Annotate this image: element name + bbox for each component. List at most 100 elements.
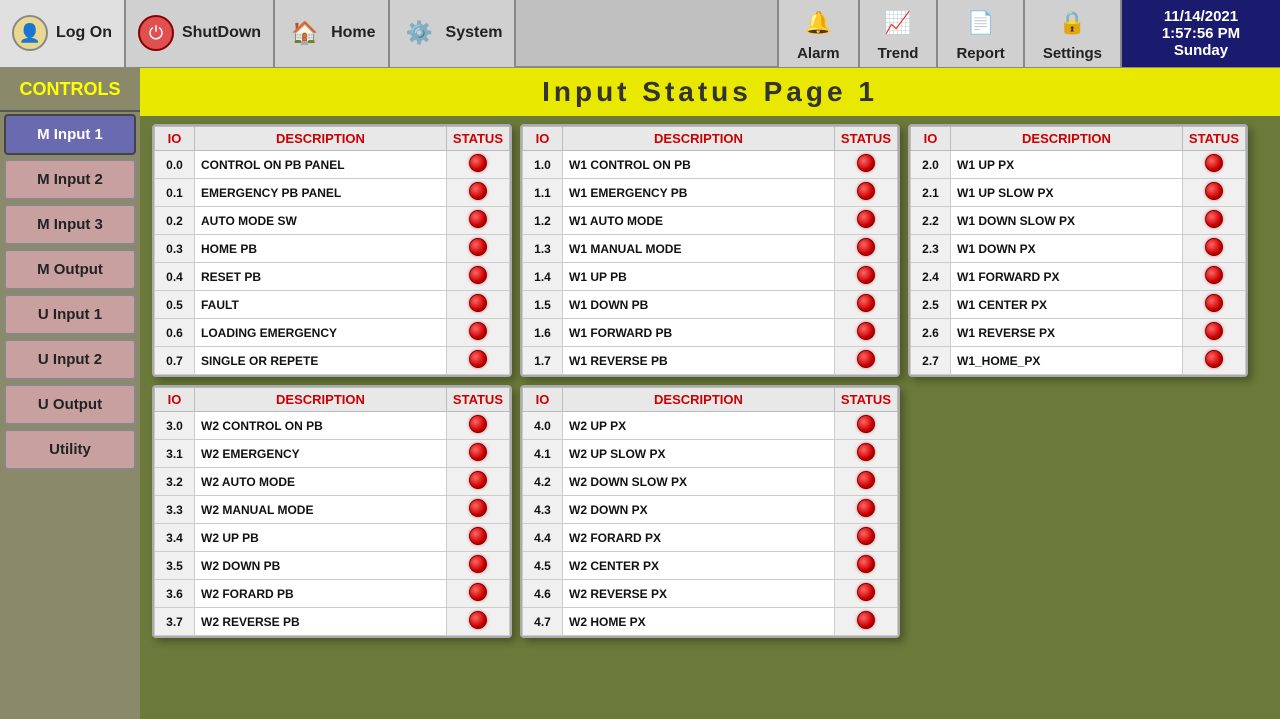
right-nav: 🔔 Alarm 📈 Trend 📄 Report 🔒 Settings 11/1… <box>777 0 1280 67</box>
status-cell <box>446 580 509 608</box>
sidebar-item-minput3[interactable]: M Input 3 <box>4 204 136 245</box>
table-row: 4.3W2 DOWN PX <box>523 496 898 524</box>
status-dot <box>857 210 875 228</box>
io-table-4: IO DESCRIPTION STATUS 3.0W2 CONTROL ON P… <box>152 385 512 638</box>
description: W2 REVERSE PX <box>563 580 835 608</box>
description: W2 UP PB <box>195 524 447 552</box>
alarm-label: Alarm <box>797 45 840 62</box>
status-dot <box>469 350 487 368</box>
status-dot <box>857 182 875 200</box>
description: W1 EMERGENCY PB <box>563 179 835 207</box>
status-cell <box>446 347 509 375</box>
shutdown-button[interactable]: ⏻ ShutDown <box>126 0 275 67</box>
io-number: 3.1 <box>155 440 195 468</box>
status-cell <box>1182 207 1245 235</box>
trend-icon: 📈 <box>880 5 916 41</box>
io-number: 3.3 <box>155 496 195 524</box>
table-row: 2.7W1_HOME_PX <box>911 347 1246 375</box>
io-number: 2.7 <box>911 347 951 375</box>
description: LOADING EMERGENCY <box>195 319 447 347</box>
io-number: 0.2 <box>155 207 195 235</box>
home-icon: 🏠 <box>287 15 323 51</box>
io-number: 1.2 <box>523 207 563 235</box>
io-number: 3.5 <box>155 552 195 580</box>
description: W1_HOME_PX <box>951 347 1183 375</box>
io-number: 2.4 <box>911 263 951 291</box>
table-row: 0.7SINGLE OR REPETE <box>155 347 510 375</box>
status-cell <box>1182 263 1245 291</box>
sidebar: CONTROLS M Input 1 M Input 2 M Input 3 M… <box>0 68 140 719</box>
status-cell <box>446 608 509 636</box>
status-cell <box>446 319 509 347</box>
table-row: 4.5W2 CENTER PX <box>523 552 898 580</box>
table-row: 1.1W1 EMERGENCY PB <box>523 179 898 207</box>
trend-button[interactable]: 📈 Trend <box>858 0 937 67</box>
alarm-button[interactable]: 🔔 Alarm <box>777 0 858 67</box>
sidebar-item-minput1[interactable]: M Input 1 <box>4 114 136 155</box>
table-row: 2.1W1 UP SLOW PX <box>911 179 1246 207</box>
table-row: 1.2W1 AUTO MODE <box>523 207 898 235</box>
io-number: 4.5 <box>523 552 563 580</box>
table3-col-desc: DESCRIPTION <box>951 127 1183 151</box>
description: W1 MANUAL MODE <box>563 235 835 263</box>
table2: IO DESCRIPTION STATUS 1.0W1 CONTROL ON P… <box>522 126 898 375</box>
io-table-5: IO DESCRIPTION STATUS 4.0W2 UP PX4.1W2 U… <box>520 385 900 638</box>
status-dot <box>857 322 875 340</box>
description: W1 DOWN SLOW PX <box>951 207 1183 235</box>
table-row: 2.3W1 DOWN PX <box>911 235 1246 263</box>
status-dot <box>469 527 487 545</box>
sidebar-item-minput2[interactable]: M Input 2 <box>4 159 136 200</box>
io-number: 1.0 <box>523 151 563 179</box>
table-row: 2.0W1 UP PX <box>911 151 1246 179</box>
sidebar-item-uoutput[interactable]: U Output <box>4 384 136 425</box>
status-cell <box>446 179 509 207</box>
settings-button[interactable]: 🔒 Settings <box>1023 0 1120 67</box>
logon-button[interactable]: 👤 Log On <box>0 0 126 67</box>
description: W1 CONTROL ON PB <box>563 151 835 179</box>
description: W1 FORWARD PB <box>563 319 835 347</box>
time: 1:57:56 PM <box>1162 25 1240 42</box>
status-dot <box>469 238 487 256</box>
status-cell <box>1182 151 1245 179</box>
status-cell <box>446 468 509 496</box>
report-button[interactable]: 📄 Report <box>936 0 1022 67</box>
status-dot <box>857 611 875 629</box>
status-cell <box>834 524 897 552</box>
io-table-1: IO DESCRIPTION STATUS 0.0CONTROL ON PB P… <box>152 124 512 377</box>
table-row: 0.2AUTO MODE SW <box>155 207 510 235</box>
io-number: 1.7 <box>523 347 563 375</box>
status-cell <box>834 235 897 263</box>
status-dot <box>469 555 487 573</box>
status-cell <box>834 179 897 207</box>
sidebar-item-uinput2[interactable]: U Input 2 <box>4 339 136 380</box>
description: EMERGENCY PB PANEL <box>195 179 447 207</box>
status-dot <box>1205 266 1223 284</box>
home-button[interactable]: 🏠 Home <box>275 0 389 67</box>
sidebar-item-uinput1[interactable]: U Input 1 <box>4 294 136 335</box>
io-number: 1.3 <box>523 235 563 263</box>
trend-label: Trend <box>878 45 919 62</box>
sidebar-item-utility[interactable]: Utility <box>4 429 136 470</box>
status-dot <box>469 266 487 284</box>
table5-col-io: IO <box>523 388 563 412</box>
table-row: 3.7W2 REVERSE PB <box>155 608 510 636</box>
io-number: 3.2 <box>155 468 195 496</box>
status-dot <box>857 443 875 461</box>
description: W2 CONTROL ON PB <box>195 412 447 440</box>
io-table-3: IO DESCRIPTION STATUS 2.0W1 UP PX2.1W1 U… <box>908 124 1248 377</box>
description: W2 AUTO MODE <box>195 468 447 496</box>
status-dot <box>469 443 487 461</box>
status-dot <box>857 527 875 545</box>
description: SINGLE OR REPETE <box>195 347 447 375</box>
table-row: 1.7W1 REVERSE PB <box>523 347 898 375</box>
description: W1 UP SLOW PX <box>951 179 1183 207</box>
sidebar-item-moutput[interactable]: M Output <box>4 249 136 290</box>
system-label: System <box>446 24 503 42</box>
io-table-2: IO DESCRIPTION STATUS 1.0W1 CONTROL ON P… <box>520 124 900 377</box>
io-number: 4.1 <box>523 440 563 468</box>
status-dot <box>857 294 875 312</box>
logon-icon: 👤 <box>12 15 48 51</box>
io-number: 1.5 <box>523 291 563 319</box>
table4-col-status: STATUS <box>446 388 509 412</box>
system-button[interactable]: ⚙️ System <box>390 0 517 67</box>
